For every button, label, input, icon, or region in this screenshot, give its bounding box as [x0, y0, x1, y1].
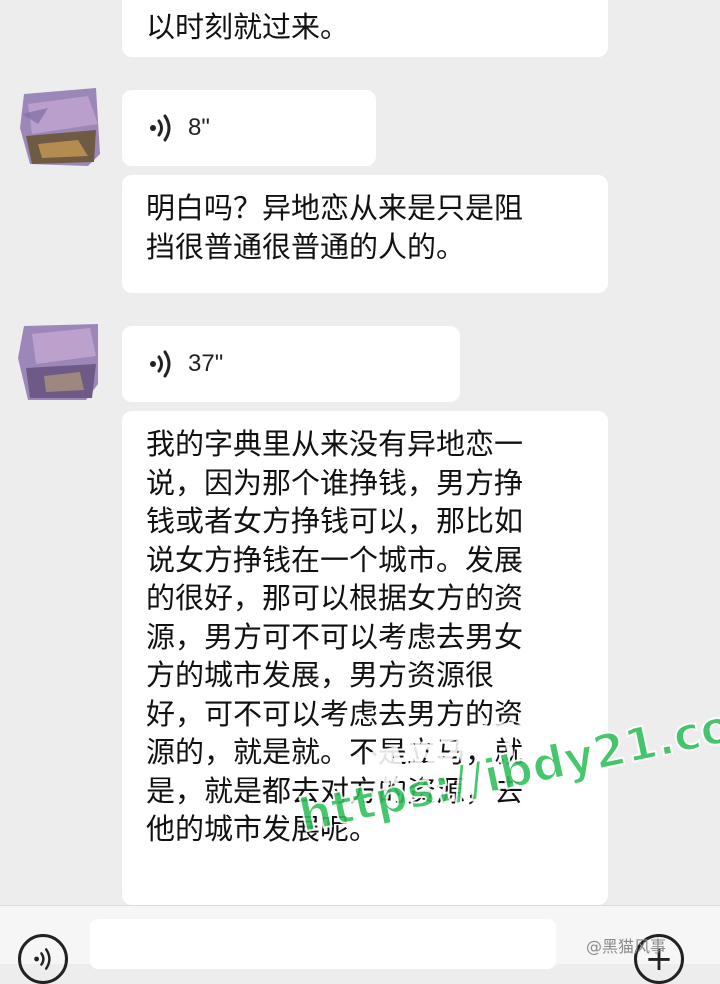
message-bubble[interactable]: 以时刻就过来。 [122, 0, 608, 57]
message-line: 源，男方可不可以考虑去男女 [146, 619, 524, 654]
voice-duration: 37" [188, 350, 224, 377]
voice-wave-icon [34, 948, 51, 970]
message-line: 挡很普通很普通的人的。 [146, 229, 466, 264]
weibo-watermark: @黑猫风事 [586, 937, 667, 956]
message-line: 明白吗？异地恋从来是只是阻 [146, 191, 524, 225]
voice-wave-icon [150, 114, 171, 142]
voice-duration: 8" [188, 114, 210, 141]
voice-message-bubble[interactable]: 37" [122, 326, 460, 402]
avatar-image [18, 318, 102, 402]
message-line: 钱或者女方挣钱可以，那比如 [146, 504, 524, 538]
message-line: 我的字典里从来没有异地恋一 [146, 427, 524, 461]
message-bubble[interactable]: 明白吗？异地恋从来是只是阻 挡很普通很普通的人的。 [122, 175, 608, 293]
message-line: 以时刻就过来。 [146, 10, 350, 44]
message-input[interactable] [90, 919, 556, 969]
contact-avatar[interactable] [18, 84, 102, 168]
message-line: 的很好，那可以根据女方的资 [146, 581, 524, 615]
contact-avatar[interactable] [18, 318, 102, 402]
message-line: 说，因为那个谁挣钱，男方挣 [146, 465, 524, 500]
voice-message-bubble[interactable]: 8" [122, 90, 376, 166]
message-line: 方的城市发展，男方资源很 [146, 658, 495, 692]
message-bubble[interactable]: 我的字典里从来没有异地恋一 说，因为那个谁挣钱，男方挣 钱或者女方挣钱可以，那比… [122, 411, 608, 905]
avatar-image [18, 84, 102, 168]
voice-input-icon[interactable] [18, 934, 68, 984]
voice-wave-icon [150, 350, 171, 378]
message-line: 说女方挣钱在一个城市。发展 [146, 542, 524, 577]
